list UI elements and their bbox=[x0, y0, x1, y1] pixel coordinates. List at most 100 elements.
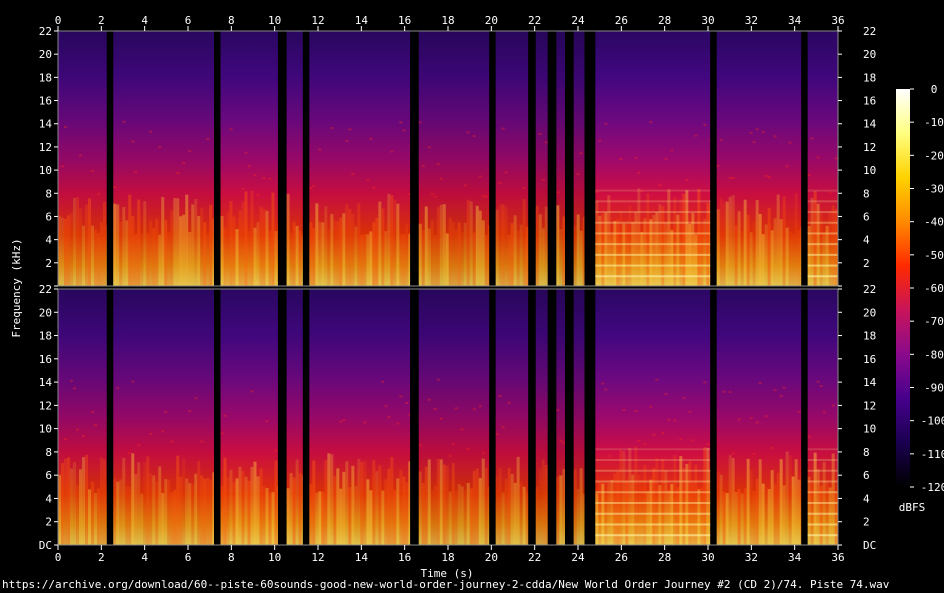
colorbar-tick-label: -50 bbox=[924, 249, 944, 262]
audio-segment bbox=[716, 289, 802, 545]
audio-segment bbox=[113, 31, 214, 286]
y-tick-label-right: DC bbox=[863, 539, 876, 552]
audio-segment bbox=[716, 31, 802, 286]
x-tick-label-top: 14 bbox=[355, 14, 369, 27]
audio-segment bbox=[220, 289, 278, 545]
y-tick-label-left: 4 bbox=[45, 492, 52, 505]
audio-segment bbox=[595, 289, 711, 545]
y-tick-label-right: 22 bbox=[863, 283, 876, 296]
colorbar-tick-label: -20 bbox=[924, 149, 944, 162]
colorbar-tick-label: -60 bbox=[924, 282, 944, 295]
y-tick-label-right: 22 bbox=[863, 25, 876, 38]
colorbar-tick-label: -90 bbox=[924, 382, 944, 395]
audio-segment bbox=[556, 31, 565, 286]
y-tick-label-left: 12 bbox=[39, 141, 52, 154]
y-tick-label-left: 10 bbox=[39, 164, 52, 177]
y-tick-label-right: 2 bbox=[863, 257, 870, 270]
y-tick-label-left: DC bbox=[39, 539, 52, 552]
x-tick-label-bottom: 2 bbox=[98, 551, 105, 564]
x-tick-label-top: 32 bbox=[745, 14, 758, 27]
x-tick-label-bottom: 18 bbox=[441, 551, 454, 564]
x-axis-bottom: 0 2 4 6 8 10 12 14 16 18 20 22 24 26 28 30 32 34 36 bbox=[55, 545, 845, 564]
y-tick-label-left: 6 bbox=[45, 210, 52, 223]
audio-segment bbox=[113, 289, 214, 545]
y-tick-label-left: 20 bbox=[39, 306, 52, 319]
x-tick-label-bottom: 12 bbox=[311, 551, 324, 564]
colorbar-tick-label: -80 bbox=[924, 348, 944, 361]
colorbar-tick-label: -110 bbox=[921, 448, 944, 461]
colorbar: 0 -10 -20 -30 -40 -50 -60 -70 -80 -90 -100 -110 -120 bbox=[896, 83, 944, 494]
x-tick-label-bottom: 28 bbox=[658, 551, 671, 564]
x-tick-label-top: 34 bbox=[788, 14, 802, 27]
x-tick-label-top: 4 bbox=[141, 14, 148, 27]
x-tick-label-bottom: 36 bbox=[831, 551, 844, 564]
y-tick-label-right: 12 bbox=[863, 399, 876, 412]
x-tick-label-bottom: 22 bbox=[528, 551, 541, 564]
y-tick-label-right: 4 bbox=[863, 492, 870, 505]
audio-segment bbox=[309, 31, 411, 286]
file-url: https://archive.org/download/60--piste-6… bbox=[2, 578, 890, 591]
audio-segment bbox=[58, 289, 107, 545]
x-tick-label-bottom: 0 bbox=[55, 551, 62, 564]
x-tick-label-top: 18 bbox=[441, 14, 454, 27]
audio-segment bbox=[309, 289, 411, 545]
x-tick-label-bottom: 8 bbox=[228, 551, 235, 564]
x-tick-label-top: 22 bbox=[528, 14, 541, 27]
colorbar-gradient bbox=[896, 89, 910, 487]
audio-segment bbox=[535, 31, 548, 286]
audio-segment bbox=[495, 31, 529, 286]
y-tick-label-left: 20 bbox=[39, 48, 52, 61]
audio-segment bbox=[220, 31, 278, 286]
x-tick-label-bottom: 34 bbox=[788, 551, 802, 564]
y-tick-label-left: 18 bbox=[39, 71, 52, 84]
colorbar-tick-label: -10 bbox=[924, 116, 944, 129]
audio-segment bbox=[286, 289, 303, 545]
colorbar-tick-label: 0 bbox=[931, 83, 938, 96]
y-tick-label-right: 14 bbox=[863, 118, 877, 131]
y-tick-label-left: 14 bbox=[39, 118, 53, 131]
colorbar-tick-label: -40 bbox=[924, 216, 944, 229]
y-tick-label-right: 12 bbox=[863, 141, 876, 154]
y-tick-label-left: 8 bbox=[45, 187, 52, 200]
y-tick-label-right: 10 bbox=[863, 423, 876, 436]
y-axis-label: Frequency (kHz) bbox=[10, 238, 23, 337]
colorbar-tick-label: -120 bbox=[921, 481, 944, 494]
y-tick-label-left: 12 bbox=[39, 399, 52, 412]
y-tick-label-right: 2 bbox=[863, 516, 870, 529]
colorbar-label: dBFS bbox=[899, 501, 926, 514]
y-tick-label-left: 16 bbox=[39, 353, 52, 366]
y-tick-label-right: 8 bbox=[863, 187, 870, 200]
x-axis-top: 0 2 4 6 8 10 12 14 16 18 20 22 24 26 28 30 32 34 36 bbox=[55, 14, 845, 31]
x-tick-label-top: 36 bbox=[831, 14, 844, 27]
x-tick-label-top: 30 bbox=[701, 14, 714, 27]
audio-segment bbox=[286, 31, 303, 286]
audio-segment bbox=[573, 31, 585, 286]
y-tick-label-right: 6 bbox=[863, 469, 870, 482]
colorbar-tick-label: -70 bbox=[924, 315, 944, 328]
y-tick-label-left: 2 bbox=[45, 516, 52, 529]
y-tick-label-left: 22 bbox=[39, 25, 52, 38]
audio-segment bbox=[535, 289, 548, 545]
y-tick-label-left: 8 bbox=[45, 446, 52, 459]
spectrogram-channel-1 bbox=[57, 30, 839, 287]
y-tick-label-right: 20 bbox=[863, 48, 876, 61]
audio-segment bbox=[807, 31, 838, 286]
x-tick-label-top: 0 bbox=[55, 14, 62, 27]
y-tick-label-right: 18 bbox=[863, 71, 876, 84]
spectrogram-channel-2 bbox=[57, 288, 839, 546]
x-tick-label-top: 20 bbox=[485, 14, 498, 27]
audio-segment bbox=[495, 289, 529, 545]
spectrogram-chart: 0 2 4 6 8 10 12 14 16 18 20 22 24 26 28 30 32 34 36 024681… bbox=[10, 14, 944, 580]
y-tick-label-right: 8 bbox=[863, 446, 870, 459]
y-tick-label-right: 4 bbox=[863, 234, 870, 247]
colorbar-tick-label: -100 bbox=[921, 415, 944, 428]
x-tick-label-top: 24 bbox=[571, 14, 585, 27]
y-tick-label-right: 16 bbox=[863, 95, 876, 108]
x-tick-label-bottom: 24 bbox=[571, 551, 585, 564]
x-tick-label-bottom: 20 bbox=[485, 551, 498, 564]
x-tick-label-bottom: 10 bbox=[268, 551, 281, 564]
audio-segment bbox=[58, 31, 107, 286]
y-tick-label-right: 10 bbox=[863, 164, 876, 177]
x-tick-label-bottom: 16 bbox=[398, 551, 411, 564]
x-tick-label-bottom: 4 bbox=[141, 551, 148, 564]
